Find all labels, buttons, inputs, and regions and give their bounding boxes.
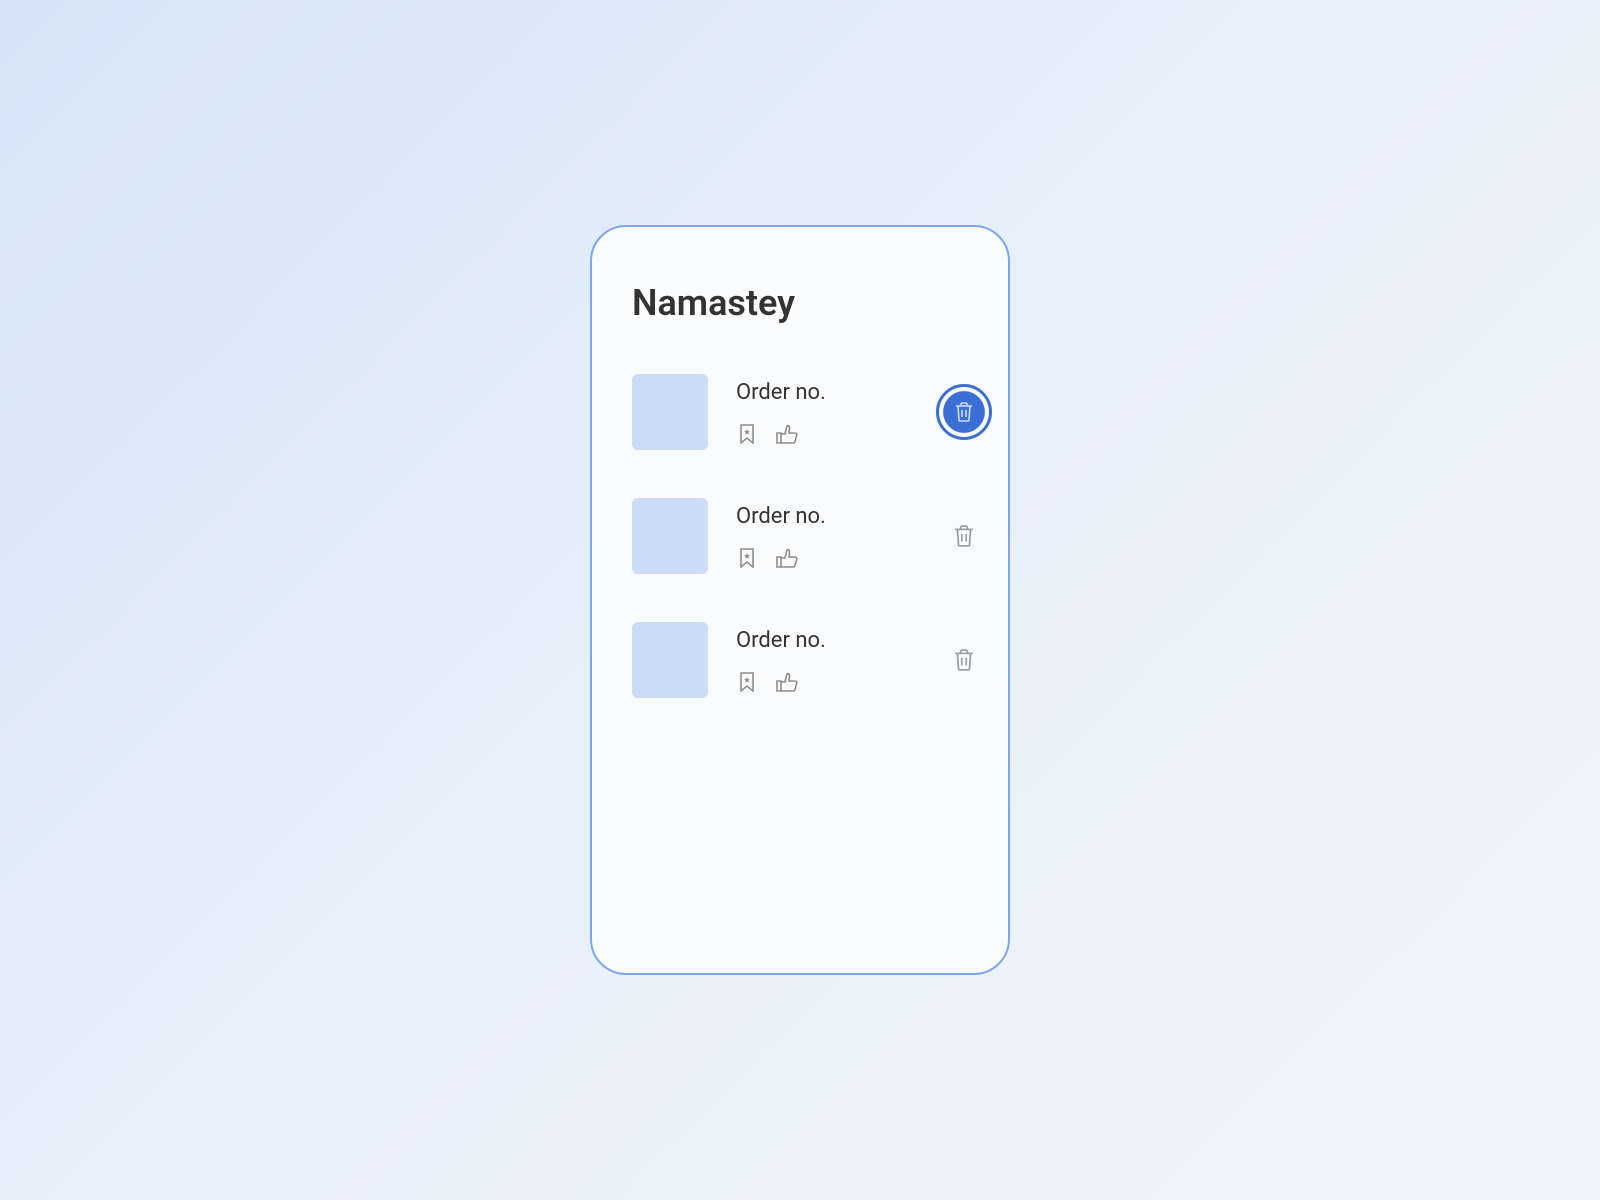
bookmark-icon (739, 548, 755, 568)
bookmark-button[interactable] (736, 671, 758, 693)
thumbs-up-icon (776, 548, 798, 568)
like-button[interactable] (776, 671, 798, 693)
order-content: Order no. (736, 380, 826, 445)
order-content: Order no. (736, 504, 826, 569)
delete-button[interactable] (952, 648, 976, 672)
trash-icon (955, 402, 973, 422)
trash-icon (954, 649, 974, 671)
page-title: Namastey (632, 282, 968, 324)
icon-row (736, 671, 826, 693)
order-item[interactable]: Order no. (632, 498, 968, 574)
order-label: Order no. (736, 380, 826, 405)
trash-icon (954, 525, 974, 547)
device-frame: Namastey Order no. (590, 225, 1010, 975)
order-label: Order no. (736, 628, 826, 653)
delete-button[interactable] (952, 524, 976, 548)
bookmark-button[interactable] (736, 423, 758, 445)
order-thumbnail (632, 374, 708, 450)
icon-row (736, 423, 826, 445)
bookmark-button[interactable] (736, 547, 758, 569)
order-item[interactable]: Order no. (632, 622, 968, 698)
order-label: Order no. (736, 504, 826, 529)
order-thumbnail (632, 498, 708, 574)
delete-highlight-ring (944, 392, 984, 432)
thumbs-up-icon (776, 672, 798, 692)
like-button[interactable] (776, 423, 798, 445)
bookmark-icon (739, 672, 755, 692)
bookmark-icon (739, 424, 755, 444)
order-content: Order no. (736, 628, 826, 693)
order-thumbnail (632, 622, 708, 698)
order-list: Order no. (632, 374, 968, 698)
like-button[interactable] (776, 547, 798, 569)
icon-row (736, 547, 826, 569)
order-item[interactable]: Order no. (632, 374, 968, 450)
delete-button[interactable] (936, 384, 992, 440)
thumbs-up-icon (776, 424, 798, 444)
